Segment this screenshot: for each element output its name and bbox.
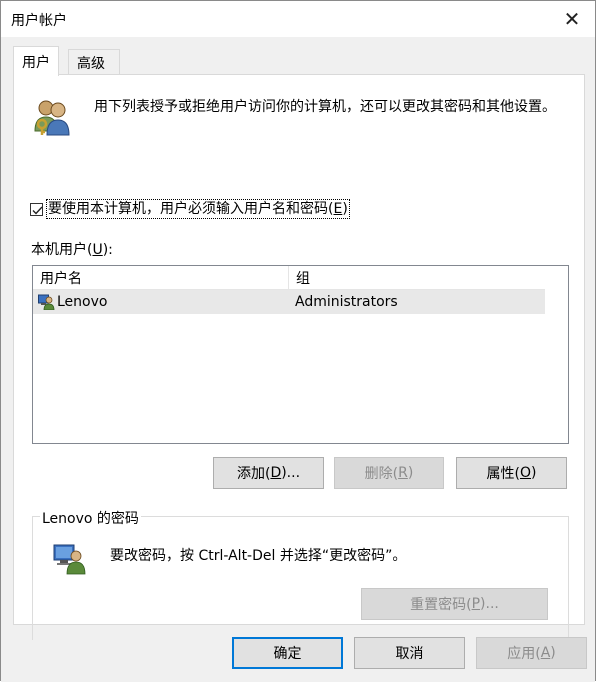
local-users-accesskey: U bbox=[92, 242, 103, 258]
add-user-button-suffix: )... bbox=[281, 465, 301, 481]
ok-button-label: 确定 bbox=[273, 646, 302, 662]
table-row[interactable]: Lenovo Administrators bbox=[33, 290, 545, 314]
close-icon: ✕ bbox=[563, 7, 581, 31]
reset-password-button-key: P bbox=[471, 596, 481, 612]
properties-button[interactable]: 属性(O) bbox=[456, 457, 567, 489]
require-login-checkbox[interactable] bbox=[30, 202, 43, 216]
properties-button-suffix: ) bbox=[531, 465, 537, 481]
apply-button[interactable]: 应用(A) bbox=[476, 637, 587, 669]
window-title: 用户帐户 bbox=[11, 13, 67, 29]
checkmark-icon bbox=[32, 206, 43, 215]
users-list-header: 用户名 组 bbox=[33, 266, 545, 290]
column-header-group[interactable]: 组 bbox=[289, 266, 545, 290]
close-button[interactable]: ✕ bbox=[557, 5, 587, 33]
local-users-label: 本机用户(U): bbox=[31, 239, 113, 259]
user-name-cell: Lenovo bbox=[33, 294, 289, 310]
properties-button-prefix: 属性( bbox=[486, 466, 520, 482]
remove-user-button-key: R bbox=[398, 465, 408, 481]
reset-password-button[interactable]: 重置密码(P)... bbox=[361, 588, 548, 620]
cancel-button[interactable]: 取消 bbox=[354, 637, 465, 669]
ok-button[interactable]: 确定 bbox=[232, 637, 343, 669]
password-groupbox bbox=[32, 516, 569, 640]
title-bar[interactable]: 用户帐户 ✕ bbox=[1, 1, 595, 37]
require-login-accesskey: E bbox=[333, 201, 343, 217]
user-name: Lenovo bbox=[57, 294, 108, 310]
tab-users[interactable]: 用户 bbox=[13, 46, 59, 76]
users-list[interactable]: 用户名 组 Lenovo Administrators bbox=[32, 265, 569, 444]
tab-users-label: 用户 bbox=[22, 54, 50, 71]
apply-button-prefix: 应用( bbox=[507, 646, 541, 662]
apply-button-suffix: ) bbox=[550, 645, 556, 661]
remove-user-button-suffix: ) bbox=[407, 465, 414, 481]
require-login-row[interactable]: 要使用本计算机，用户必须输入用户名和密码(E) bbox=[30, 199, 350, 219]
remove-user-button-prefix: 删除( bbox=[364, 466, 399, 482]
user-account-icon bbox=[38, 294, 55, 310]
require-login-label-prefix: 要使用本计算机，用户必须输入用户名和密码( bbox=[48, 201, 334, 217]
remove-user-button[interactable]: 删除(R) bbox=[334, 457, 444, 489]
require-login-label-suffix: ) bbox=[342, 201, 348, 217]
local-users-label-suffix: ): bbox=[102, 242, 113, 258]
intro-text: 用下列表授予或拒绝用户访问你的计算机，还可以更改其密码和其他设置。 bbox=[94, 99, 556, 115]
password-instructions: 要改密码，按 Ctrl-Alt-Del 并选择“更改密码”。 bbox=[110, 548, 407, 564]
password-group-title: Lenovo 的密码 bbox=[40, 508, 141, 528]
users-keys-icon bbox=[34, 100, 70, 136]
cancel-button-label: 取消 bbox=[395, 646, 424, 662]
user-computer-icon bbox=[53, 544, 86, 575]
require-login-label: 要使用本计算机，用户必须输入用户名和密码(E) bbox=[46, 199, 350, 219]
apply-button-key: A bbox=[540, 645, 551, 661]
properties-button-key: O bbox=[519, 465, 532, 481]
tab-advanced[interactable]: 高级 bbox=[68, 49, 120, 76]
user-group: Administrators bbox=[295, 294, 398, 310]
reset-password-button-suffix: )... bbox=[480, 596, 499, 612]
column-header-username[interactable]: 用户名 bbox=[33, 266, 289, 290]
local-users-label-prefix: 本机用户( bbox=[31, 242, 93, 258]
add-user-button-key: D bbox=[270, 465, 282, 481]
tab-advanced-label: 高级 bbox=[77, 56, 105, 72]
add-user-button[interactable]: 添加(D)... bbox=[213, 457, 324, 489]
user-accounts-dialog: 用户帐户 ✕ 用户 高级 用下列表授予或拒绝用户访问你的计算机，还可以更改其密码… bbox=[0, 0, 596, 682]
dialog-body: 用户 高级 用下列表授予或拒绝用户访问你的计算机，还可以更改其密码和其他设置。 bbox=[1, 37, 595, 682]
reset-password-button-prefix: 重置密码( bbox=[410, 597, 472, 613]
add-user-button-prefix: 添加( bbox=[236, 466, 271, 482]
users-tab-panel: 用下列表授予或拒绝用户访问你的计算机，还可以更改其密码和其他设置。 要使用本计算… bbox=[13, 74, 585, 640]
